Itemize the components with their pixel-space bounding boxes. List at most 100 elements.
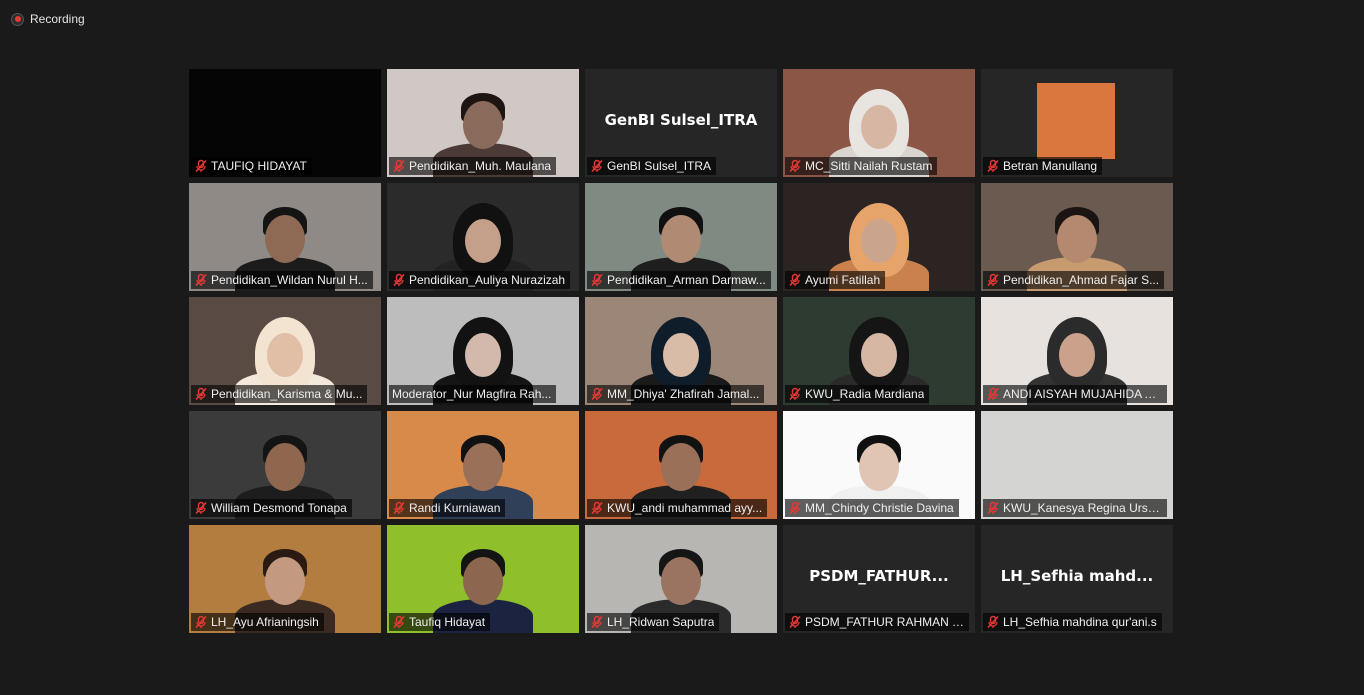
participant-tile[interactable]: William Desmond Tonapa — [189, 411, 381, 519]
participant-tile[interactable]: Taufiq Hidayat — [387, 525, 579, 633]
participant-name: MM_Dhiya' Zhafirah Jamal... — [607, 387, 760, 401]
participant-tile[interactable]: Pendidikan_Arman Darmaw... — [585, 183, 777, 291]
participant-name: LH_Ayu Afrianingsih — [211, 615, 319, 629]
participant-name: Ayumi Fatillah — [805, 273, 881, 287]
participant-name: Pendidikan_Arman Darmaw... — [607, 273, 766, 287]
participant-tile[interactable]: Moderator_Nur Magfira Rah... — [387, 297, 579, 405]
participant-name-tag: PSDM_FATHUR RAHMAN Y... — [785, 613, 969, 631]
participant-name-tag: Pendidikan_Karisma & Mu... — [191, 385, 368, 403]
participant-name: Randi Kurniawan — [409, 501, 501, 515]
mic-muted-icon — [986, 387, 1000, 401]
mic-muted-icon — [392, 501, 406, 515]
participant-display-name: PSDM_FATHUR... — [809, 567, 949, 585]
participant-name-tag: MM_Dhiya' Zhafirah Jamal... — [587, 385, 765, 403]
recording-icon — [11, 12, 24, 26]
mic-muted-icon — [590, 273, 604, 287]
participant-name-tag: KWU_Radia Mardiana — [785, 385, 930, 403]
participant-tile[interactable]: KWU_andi muhammad ayy... — [585, 411, 777, 519]
participant-tile[interactable]: TAUFIQ HIDAYAT — [189, 69, 381, 177]
participant-name-tag: Moderator_Nur Magfira Rah... — [389, 385, 557, 403]
recording-indicator[interactable]: Recording — [11, 11, 85, 27]
participant-tile[interactable]: ANDI AISYAH MUJAHIDA A... — [981, 297, 1173, 405]
participant-tile[interactable]: Pendidikan_Muh. Maulana — [387, 69, 579, 177]
participant-name-tag: ANDI AISYAH MUJAHIDA A... — [983, 385, 1167, 403]
mic-muted-icon — [194, 159, 208, 173]
participant-display-name: LH_Sefhia mahd... — [1000, 567, 1154, 585]
participant-name-tag: Pendidikan_Muh. Maulana — [389, 157, 557, 175]
participant-tile[interactable]: Pendidikan_Wildan Nurul H... — [189, 183, 381, 291]
participant-tile[interactable]: MM_Chindy Christie Davina — [783, 411, 975, 519]
participant-name-tag: Betran Manullang — [983, 157, 1103, 175]
participant-name: Pendidikan_Auliya Nurazizah — [409, 273, 566, 287]
mic-muted-icon — [788, 159, 802, 173]
mic-muted-icon — [194, 273, 208, 287]
participant-name: TAUFIQ HIDAYAT — [211, 159, 307, 173]
mic-muted-icon — [590, 387, 604, 401]
participant-name: MM_Chindy Christie Davina — [805, 501, 954, 515]
participant-name-tag: TAUFIQ HIDAYAT — [191, 157, 312, 175]
mic-muted-icon — [194, 501, 208, 515]
participant-name: Pendidikan_Muh. Maulana — [409, 159, 552, 173]
mic-muted-icon — [590, 501, 604, 515]
participant-tile[interactable]: LH_Ayu Afrianingsih — [189, 525, 381, 633]
mic-muted-icon — [986, 615, 1000, 629]
participant-tile[interactable]: Betran Manullang — [981, 69, 1173, 177]
participant-tile[interactable]: GenBI Sulsel_ITRA GenBI Sulsel_ITRA — [585, 69, 777, 177]
mic-muted-icon — [590, 615, 604, 629]
participant-name: KWU_Kanesya Regina Ursula — [1003, 501, 1162, 515]
participant-tile[interactable]: MM_Dhiya' Zhafirah Jamal... — [585, 297, 777, 405]
participant-name: Pendidikan_Ahmad Fajar S... — [1003, 273, 1160, 287]
participant-name-tag: MM_Chindy Christie Davina — [785, 499, 959, 517]
participant-tile[interactable]: Pendidikan_Karisma & Mu... — [189, 297, 381, 405]
participant-name: KWU_Radia Mardiana — [805, 387, 925, 401]
mic-muted-icon — [986, 159, 1000, 173]
participant-name-tag: Pendidikan_Arman Darmaw... — [587, 271, 771, 289]
video-gallery: TAUFIQ HIDAYAT Pendidikan_Muh. Maulana Gen… — [189, 69, 1173, 633]
participant-tile[interactable]: LH_Ridwan Saputra — [585, 525, 777, 633]
participant-tile[interactable]: MC_Sitti Nailah Rustam — [783, 69, 975, 177]
participant-name: Betran Manullang — [1003, 159, 1098, 173]
participant-name-tag: KWU_Kanesya Regina Ursula — [983, 499, 1167, 517]
participant-name-tag: KWU_andi muhammad ayy... — [587, 499, 768, 517]
participant-name: PSDM_FATHUR RAHMAN Y... — [805, 615, 964, 629]
participant-name: ANDI AISYAH MUJAHIDA A... — [1003, 387, 1162, 401]
participant-name-tag: Ayumi Fatillah — [785, 271, 886, 289]
participant-tile[interactable]: Ayumi Fatillah — [783, 183, 975, 291]
participant-tile[interactable]: LH_Sefhia mahd... LH_Sefhia mahdina qur'a… — [981, 525, 1173, 633]
participant-name-tag: Pendidikan_Wildan Nurul H... — [191, 271, 373, 289]
participant-name: Pendidikan_Karisma & Mu... — [211, 387, 363, 401]
participant-name: GenBI Sulsel_ITRA — [607, 159, 712, 173]
participant-tile[interactable]: KWU_Radia Mardiana — [783, 297, 975, 405]
participant-name: KWU_andi muhammad ayy... — [607, 501, 763, 515]
mic-muted-icon — [392, 615, 406, 629]
participant-display-name: GenBI Sulsel_ITRA — [604, 111, 758, 129]
participant-name: MC_Sitti Nailah Rustam — [805, 159, 933, 173]
profile-picture — [1037, 83, 1115, 159]
participant-name-tag: Randi Kurniawan — [389, 499, 506, 517]
participant-name-tag: GenBI Sulsel_ITRA — [587, 157, 717, 175]
mic-muted-icon — [986, 273, 1000, 287]
mic-muted-icon — [392, 273, 406, 287]
participant-name-tag: Pendidikan_Auliya Nurazizah — [389, 271, 571, 289]
recording-label: Recording — [30, 12, 85, 26]
mic-muted-icon — [392, 159, 406, 173]
participant-tile[interactable]: Pendidikan_Auliya Nurazizah — [387, 183, 579, 291]
mic-muted-icon — [788, 273, 802, 287]
participant-name: LH_Ridwan Saputra — [607, 615, 715, 629]
participant-name: LH_Sefhia mahdina qur'ani.s — [1003, 615, 1157, 629]
mic-muted-icon — [590, 159, 604, 173]
participant-tile[interactable]: Pendidikan_Ahmad Fajar S... — [981, 183, 1173, 291]
participant-name-tag: Pendidikan_Ahmad Fajar S... — [983, 271, 1165, 289]
mic-muted-icon — [788, 615, 802, 629]
participant-name: William Desmond Tonapa — [211, 501, 347, 515]
participant-name-tag: LH_Ayu Afrianingsih — [191, 613, 324, 631]
participant-name: Taufiq Hidayat — [409, 615, 486, 629]
participant-name: Moderator_Nur Magfira Rah... — [392, 387, 552, 401]
participant-tile[interactable]: KWU_Kanesya Regina Ursula — [981, 411, 1173, 519]
participant-name-tag: William Desmond Tonapa — [191, 499, 352, 517]
participant-tile[interactable]: Randi Kurniawan — [387, 411, 579, 519]
mic-muted-icon — [788, 387, 802, 401]
mic-muted-icon — [986, 501, 1000, 515]
participant-name-tag: LH_Sefhia mahdina qur'ani.s — [983, 613, 1162, 631]
participant-tile[interactable]: PSDM_FATHUR... PSDM_FATHUR RAHMAN Y... — [783, 525, 975, 633]
